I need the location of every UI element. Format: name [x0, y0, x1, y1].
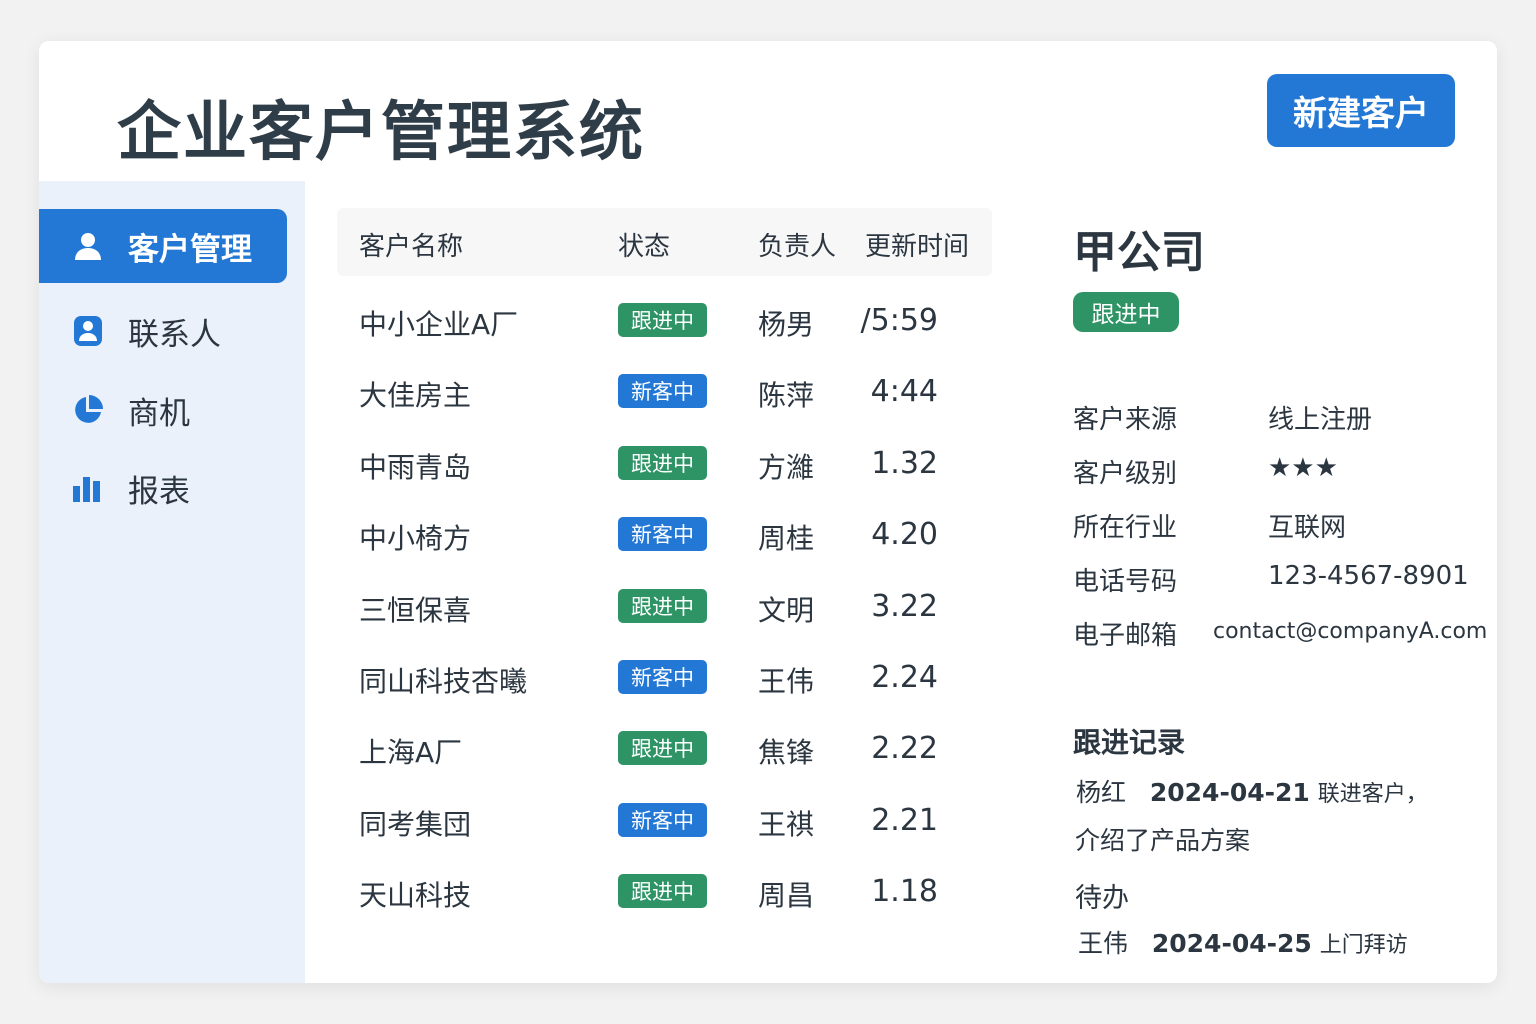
- updated-time: 3.22: [871, 588, 938, 624]
- column-header-name[interactable]: 客户名称: [359, 226, 463, 263]
- status-badge: 跟进中: [618, 874, 707, 909]
- status-badge: 新客中: [618, 517, 707, 552]
- followup-entry: 杨红 2024-04-21 联进客户，: [1076, 773, 1428, 809]
- owner-name: 焦锋: [758, 736, 815, 770]
- owner-name: 王祺: [758, 807, 815, 841]
- customer-name[interactable]: 中小椅方: [359, 517, 471, 557]
- field-label: 客户来源: [1073, 405, 1178, 435]
- todo-entry: 王伟 2024-04-25 上门拜访: [1078, 924, 1408, 960]
- field-value[interactable]: 123-4567-8901: [1268, 561, 1469, 591]
- page-title: 企业客户管理系统: [117, 96, 645, 170]
- customer-name[interactable]: 大佳房主: [359, 374, 471, 414]
- updated-time: 2.24: [871, 660, 938, 695]
- sidebar-item-contacts[interactable]: 联系人: [39, 294, 287, 368]
- app-window: 企业客户管理系统 新建客户 客户管理 联系人 商机 报表 客户名称 状态 负责人…: [39, 41, 1497, 983]
- user-icon: [75, 233, 101, 260]
- status-badge: 新客中: [618, 660, 707, 694]
- updated-time: 4.20: [871, 517, 938, 553]
- field-label: 客户级别: [1073, 459, 1178, 489]
- updated-time: 4:44: [870, 374, 938, 410]
- column-header-owner[interactable]: 负责人: [758, 226, 836, 263]
- customer-name[interactable]: 天山科技: [359, 874, 471, 914]
- column-header-updated[interactable]: 更新时间: [865, 226, 969, 263]
- detail-field: 电子邮箱 contact@companyA.com: [1073, 615, 1493, 655]
- table-row[interactable]: 同考集団 新客中 王祺 2.21: [337, 795, 992, 845]
- status-badge: 跟进中: [618, 303, 707, 337]
- customer-name[interactable]: 中小企业A厂: [359, 303, 518, 343]
- field-label: 所在行业: [1073, 513, 1178, 543]
- table-row[interactable]: 上海A厂 跟进中 焦锋 2.22: [337, 723, 992, 773]
- detail-field: 电话号码 123-4567-8901: [1073, 561, 1493, 601]
- status-badge: 新客中: [618, 802, 707, 837]
- field-label: 电话号码: [1073, 567, 1178, 597]
- owner-name: 文明: [758, 593, 815, 627]
- followup-text: 联进客户，: [1317, 782, 1428, 807]
- customer-detail-panel: 甲公司 跟进中 客户来源 线上注册客户级别 ★★★ 所在行业 互联网电话号码 123-45…: [1020, 191, 1497, 958]
- status-badge: 跟进中: [1073, 292, 1179, 332]
- status-badge: 新客中: [618, 374, 707, 409]
- sidebar-item-opportunities[interactable]: 商机: [39, 373, 287, 447]
- followup-text-cont: 介绍了产品方案: [1075, 826, 1251, 855]
- pie-chart-icon: [75, 395, 103, 423]
- detail-field: 客户来源 线上注册: [1073, 399, 1493, 439]
- updated-time: 1.32: [871, 445, 938, 481]
- new-customer-button[interactable]: 新建客户: [1267, 74, 1455, 147]
- sidebar-item-label: 商机: [128, 395, 190, 432]
- updated-time: 1.18: [871, 874, 938, 910]
- owner-name: 王伟: [758, 665, 815, 698]
- sidebar-item-label: 报表: [128, 473, 190, 510]
- table-row[interactable]: 天山科技 跟进中 周昌 1.18: [337, 866, 992, 916]
- column-header-status[interactable]: 状态: [618, 226, 670, 263]
- customer-name[interactable]: 同考集団: [359, 803, 471, 843]
- field-value[interactable]: contact@companyA.com: [1213, 619, 1487, 644]
- updated-time: /5:59: [860, 303, 938, 338]
- company-name: 甲公司: [1073, 227, 1205, 278]
- customer-name[interactable]: 同山科技杏曦: [359, 660, 527, 700]
- sidebar: 客户管理 联系人 商机 报表: [39, 181, 305, 983]
- todo-person: 王伟: [1078, 929, 1129, 958]
- field-value: 线上注册: [1268, 405, 1373, 435]
- table-row[interactable]: 同山科技杏曦 新客中 王伟 2.24: [337, 652, 992, 702]
- owner-name: 周昌: [758, 879, 815, 913]
- table-row[interactable]: 大佳房主 新客中 陈萍 4:44: [337, 366, 992, 416]
- followup-date: 2024-04-21: [1149, 778, 1310, 807]
- todo-text: 上门拜访: [1319, 933, 1408, 958]
- followup-title: 跟进记录: [1073, 726, 1186, 759]
- detail-field: 客户级别 ★★★: [1073, 453, 1493, 493]
- customer-name[interactable]: 三恒保喜: [359, 589, 471, 629]
- table-row[interactable]: 三恒保喜 跟进中 文明 3.22: [337, 581, 992, 631]
- owner-name: 方濰: [758, 450, 815, 484]
- sidebar-item-customers[interactable]: 客户管理: [39, 209, 287, 283]
- customer-name[interactable]: 中雨青岛: [359, 446, 471, 486]
- owner-name: 周桂: [758, 522, 815, 556]
- status-badge: 跟进中: [618, 731, 707, 766]
- todo-title: 待办: [1075, 883, 1129, 914]
- owner-name: 陈萍: [758, 379, 815, 413]
- customer-name[interactable]: 上海A厂: [359, 731, 462, 771]
- sidebar-item-label: 客户管理: [128, 231, 252, 268]
- field-value: ★★★: [1268, 453, 1338, 483]
- status-badge: 跟进中: [618, 588, 707, 623]
- updated-time: 2.22: [871, 731, 938, 767]
- sidebar-item-label: 联系人: [128, 316, 221, 353]
- sidebar-item-reports[interactable]: 报表: [39, 451, 287, 525]
- status-badge: 跟进中: [618, 445, 707, 480]
- detail-field: 所在行业 互联网: [1073, 507, 1493, 547]
- contact-icon: [74, 316, 102, 346]
- table-row[interactable]: 中小椅方 新客中 周桂 4.20: [337, 509, 992, 559]
- table-header: 客户名称 状态 负责人 更新时间: [337, 208, 992, 276]
- updated-time: 2.21: [871, 802, 938, 838]
- todo-date: 2024-04-25: [1151, 929, 1312, 958]
- bar-chart-icon: [73, 477, 100, 502]
- owner-name: 杨男: [758, 308, 815, 341]
- table-row[interactable]: 中小企业A厂 跟进中 杨男/5:59: [337, 295, 992, 345]
- table-row[interactable]: 中雨青岛 跟进中 方濰 1.32: [337, 438, 992, 488]
- field-value: 互联网: [1268, 513, 1347, 543]
- field-label: 电子邮箱: [1073, 621, 1178, 651]
- followup-person: 杨红: [1076, 778, 1127, 807]
